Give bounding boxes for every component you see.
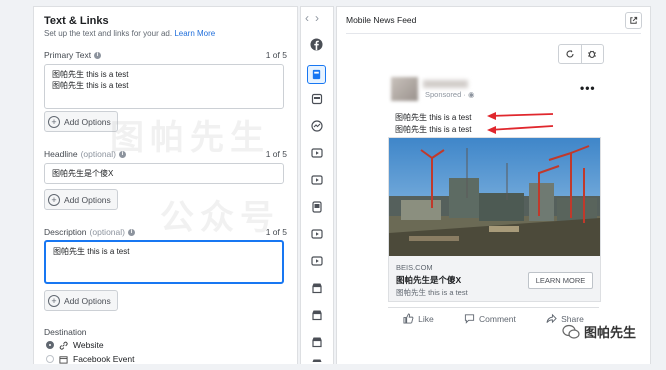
primary-text-label: Primary Text i (44, 50, 102, 60)
radio-button[interactable] (46, 355, 54, 363)
industrial-plant-image (389, 138, 600, 256)
marketplace-icon[interactable] (310, 281, 323, 294)
add-options-button[interactable]: + Add Options (44, 290, 118, 311)
primary-text-input[interactable]: 图帕先生 this is a test 图帕先生 this is a test (44, 64, 284, 109)
divider (346, 33, 641, 34)
ad-domain: BEIS.COM (396, 263, 433, 272)
preview-title: Mobile News Feed (346, 15, 417, 25)
destination-website-radio[interactable]: Website (46, 340, 104, 350)
comment-button[interactable]: Comment (464, 313, 516, 324)
wechat-watermark: 图帕先生 (562, 322, 636, 341)
description-label: Description (optional) i (44, 227, 135, 237)
like-button[interactable]: Like (403, 313, 434, 324)
thumbs-up-icon (403, 313, 414, 324)
desktop-feed-icon[interactable] (310, 92, 323, 105)
primary-text-count: 1 of 5 (265, 50, 287, 60)
ad-primary-text-line: 图帕先生 this is a test (395, 125, 472, 134)
info-icon[interactable]: i (127, 228, 135, 236)
ad-primary-text-line: 图帕先生 this is a test (395, 113, 472, 122)
sponsored-label: Sponsored · ◉ (425, 90, 475, 99)
refresh-icon[interactable] (559, 45, 581, 63)
rail-nav: ‹› (305, 11, 325, 25)
radio-button[interactable] (46, 341, 54, 349)
link-card[interactable]: BEIS.COM 图帕先生是个傻X 图帕先生 this is a test LE… (388, 137, 601, 302)
facebook-icon[interactable] (310, 38, 323, 51)
learn-more-link[interactable]: Learn More (174, 29, 215, 38)
plus-icon: + (48, 115, 60, 128)
bug-icon[interactable] (580, 45, 604, 63)
video-icon[interactable] (310, 227, 323, 240)
share-icon (546, 313, 557, 324)
wechat-icon (562, 324, 580, 339)
description-count: 1 of 5 (265, 227, 287, 237)
destination-label: Destination (44, 327, 87, 337)
plus-icon: + (48, 193, 60, 206)
chevron-right-icon[interactable]: › (315, 11, 325, 25)
marketplace-icon[interactable] (310, 308, 323, 321)
mobile-feed-icon[interactable] (307, 65, 326, 84)
globe-icon: ◉ (467, 90, 475, 99)
headline-input[interactable]: 图帕先生是个傻X (44, 163, 284, 184)
story-icon[interactable] (310, 200, 323, 213)
headline-label: Headline (optional) i (44, 149, 126, 159)
add-options-button[interactable]: + Add Options (44, 189, 118, 210)
more-options-icon[interactable]: ••• (580, 81, 596, 95)
divider (388, 307, 599, 308)
info-icon[interactable]: i (119, 150, 126, 158)
chevron-left-icon[interactable]: ‹ (305, 11, 315, 25)
marketplace-icon[interactable] (310, 335, 323, 348)
calendar-icon (59, 355, 68, 364)
headline-count: 1 of 5 (265, 149, 287, 159)
link-icon (59, 341, 68, 350)
placement-rail: ‹› (300, 6, 334, 364)
page-name-blurred[interactable] (423, 80, 468, 88)
messenger-icon[interactable] (310, 119, 323, 132)
panel-title: Text & Links (44, 15, 109, 27)
panel-subtitle: Set up the text and links for your ad. L… (44, 29, 216, 38)
learn-more-button[interactable]: LEARN MORE (528, 272, 593, 289)
add-options-button[interactable]: + Add Options (44, 111, 118, 132)
plus-icon: + (48, 294, 60, 307)
info-icon[interactable]: i (94, 51, 102, 59)
video-icon[interactable] (310, 254, 323, 267)
video-icon[interactable] (310, 146, 323, 159)
open-external-icon[interactable] (625, 12, 642, 29)
link-card-footer: BEIS.COM 图帕先生是个傻X 图帕先生 this is a test LE… (389, 256, 600, 301)
avatar[interactable] (391, 77, 418, 101)
text-links-panel: Text & Links Set up the text and links f… (33, 6, 298, 364)
ad-preview-panel: Mobile News Feed Sponsored · ◉ ••• 图帕先生 … (336, 6, 651, 364)
comment-icon (464, 314, 475, 324)
red-arrow-annotation (487, 112, 554, 134)
description-input[interactable]: 图帕先生 this is a test (44, 240, 284, 284)
marketplace-icon[interactable] (310, 357, 323, 370)
ad-headline: 图帕先生是个傻X (396, 275, 462, 285)
ad-description: 图帕先生 this is a test (396, 288, 468, 297)
preview-tools (558, 44, 604, 64)
video-icon[interactable] (310, 173, 323, 186)
